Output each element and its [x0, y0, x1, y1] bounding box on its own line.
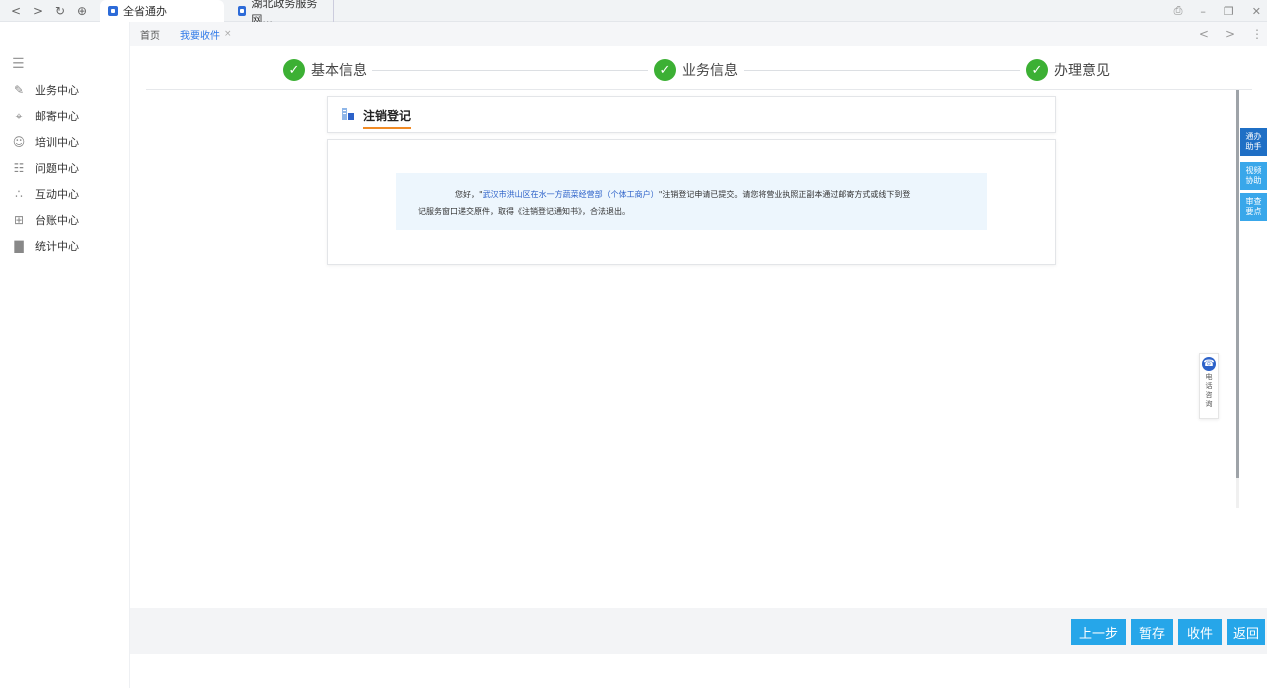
- sidebar-item-label: 邮寄中心: [35, 110, 79, 123]
- restore-icon[interactable]: ❐: [1224, 5, 1234, 18]
- forward-icon[interactable]: >: [30, 3, 46, 19]
- message-line1: "注销登记申请已提交。请您将营业执照正副本通过邮寄方式或线下到登: [658, 190, 911, 199]
- favicon-icon: [238, 5, 247, 16]
- review-points-button[interactable]: 审查要点: [1240, 193, 1267, 221]
- step-business-info: ✓ 业务信息: [654, 58, 738, 82]
- pencil-icon: ✎: [13, 83, 25, 97]
- favicon-icon: [108, 5, 118, 16]
- building-icon: [342, 108, 354, 120]
- globe-icon[interactable]: ⊕: [74, 3, 90, 19]
- video-assist-button[interactable]: 视频协助: [1240, 162, 1267, 190]
- chevron-right-icon[interactable]: >: [1225, 27, 1235, 41]
- browser-nav: < > ↻ ⊕: [2, 3, 90, 19]
- sidebar-item-ledger[interactable]: ⊞ 台账中心: [12, 211, 79, 229]
- sidebar-item-problem[interactable]: ☷ 问题中心: [12, 159, 79, 177]
- chevron-left-icon[interactable]: <: [1199, 27, 1209, 41]
- step-basic-info: ✓ 基本信息: [283, 58, 367, 82]
- step-label: 基本信息: [311, 63, 367, 79]
- step-opinion: ✓ 办理意见: [1026, 58, 1110, 82]
- close-icon[interactable]: ✕: [1252, 5, 1261, 18]
- message-prefix: 您好，": [455, 190, 483, 199]
- sidebar-item-label: 统计中心: [35, 240, 79, 253]
- sidebar-item-label: 问题中心: [35, 162, 79, 175]
- bar-chart-icon: ▇: [14, 239, 24, 253]
- phone-icon: ☎: [1202, 357, 1216, 371]
- print-icon[interactable]: ⎙: [1174, 4, 1183, 18]
- more-icon[interactable]: ⋮: [1251, 27, 1263, 41]
- receive-button[interactable]: 收件: [1178, 619, 1222, 645]
- sidebar-item-mail[interactable]: ⌖ 邮寄中心: [12, 107, 79, 125]
- location-icon: ⌖: [15, 108, 23, 123]
- document-icon: ☷: [13, 161, 25, 175]
- check-icon: ✓: [654, 59, 676, 81]
- sidebar-item-label: 培训中心: [35, 136, 79, 149]
- tab-close-icon[interactable]: ×: [224, 29, 232, 39]
- sidebar: ☰ ✎ 业务中心 ⌖ 邮寄中心 ☺ 培训中心 ☷ 问题中心 ∴ 互动中心 ⊞ 台…: [0, 22, 130, 688]
- tab-home[interactable]: 首页: [130, 22, 170, 46]
- browser-tab-label: 全省通办: [123, 4, 167, 18]
- sidebar-item-label: 业务中心: [35, 84, 79, 97]
- submission-message: 您好，"武汉市洪山区在水一方蔬菜经营部（个体工商户）"注销登记申请已提交。请您将…: [396, 173, 987, 230]
- minimize-icon[interactable]: –: [1200, 5, 1206, 18]
- scrollbar-thumb[interactable]: [1236, 90, 1239, 478]
- check-icon: ✓: [283, 59, 305, 81]
- progress-stepper: ✓ 基本信息 ✓ 业务信息 ✓ 办理意见: [146, 56, 1252, 90]
- network-icon: ∴: [15, 187, 23, 201]
- save-draft-button[interactable]: 暂存: [1131, 619, 1173, 645]
- company-name: 武汉市洪山区在水一方蔬菜经营部（个体工商户）: [482, 190, 659, 199]
- back-icon[interactable]: <: [8, 3, 24, 19]
- tab-scroll-controls: < > ⋮: [1199, 22, 1263, 46]
- footer-bar: 上一步 暂存 收件 返回: [130, 608, 1267, 654]
- tab-receive[interactable]: 我要收件 ×: [170, 22, 242, 46]
- tongban-assistant-button[interactable]: 通办助手: [1240, 128, 1267, 156]
- sidebar-item-training[interactable]: ☺ 培训中心: [12, 133, 79, 151]
- browser-tab-active[interactable]: 全省通办: [100, 0, 224, 22]
- users-icon: ☺: [12, 135, 26, 149]
- step-connector: [372, 70, 648, 71]
- return-button[interactable]: 返回: [1227, 619, 1265, 645]
- sidebar-item-label: 互动中心: [35, 188, 79, 201]
- sidebar-item-statistics[interactable]: ▇ 统计中心: [12, 237, 79, 255]
- browser-toolbar: < > ↻ ⊕ 全省通办 湖北政务服务网... ⎙ – ❐ ✕: [0, 0, 1267, 26]
- step-label: 办理意见: [1054, 63, 1110, 79]
- grid-icon: ⊞: [13, 213, 25, 227]
- reload-icon[interactable]: ↻: [52, 3, 68, 19]
- menu-icon[interactable]: ☰: [12, 56, 25, 72]
- sidebar-item-interaction[interactable]: ∴ 互动中心: [12, 185, 79, 203]
- browser-tab[interactable]: 湖北政务服务网...: [230, 0, 334, 26]
- step-connector: [744, 70, 1020, 71]
- section-title: 注销登记: [363, 107, 412, 129]
- page-tabs: 首页 我要收件 × < > ⋮: [130, 22, 1267, 46]
- result-card: 您好，"武汉市洪山区在水一方蔬菜经营部（个体工商户）"注销登记申请已提交。请您将…: [327, 139, 1056, 265]
- tab-label: 首页: [140, 30, 160, 42]
- step-label: 业务信息: [682, 63, 738, 79]
- check-icon: ✓: [1026, 59, 1048, 81]
- previous-step-button[interactable]: 上一步: [1071, 619, 1126, 645]
- phone-consult-label: 电话咨询: [1205, 373, 1213, 408]
- section-header: 注销登记: [327, 96, 1056, 133]
- phone-consult-button[interactable]: ☎ 电话咨询: [1199, 353, 1219, 419]
- sidebar-item-business[interactable]: ✎ 业务中心: [12, 81, 79, 99]
- message-line2: 记服务窗口递交原件，取得《注销登记通知书》，合法退出。: [418, 207, 630, 216]
- tab-label: 我要收件: [180, 30, 220, 42]
- sidebar-item-label: 台账中心: [35, 214, 79, 227]
- window-controls: ⎙ – ❐ ✕: [1174, 0, 1261, 22]
